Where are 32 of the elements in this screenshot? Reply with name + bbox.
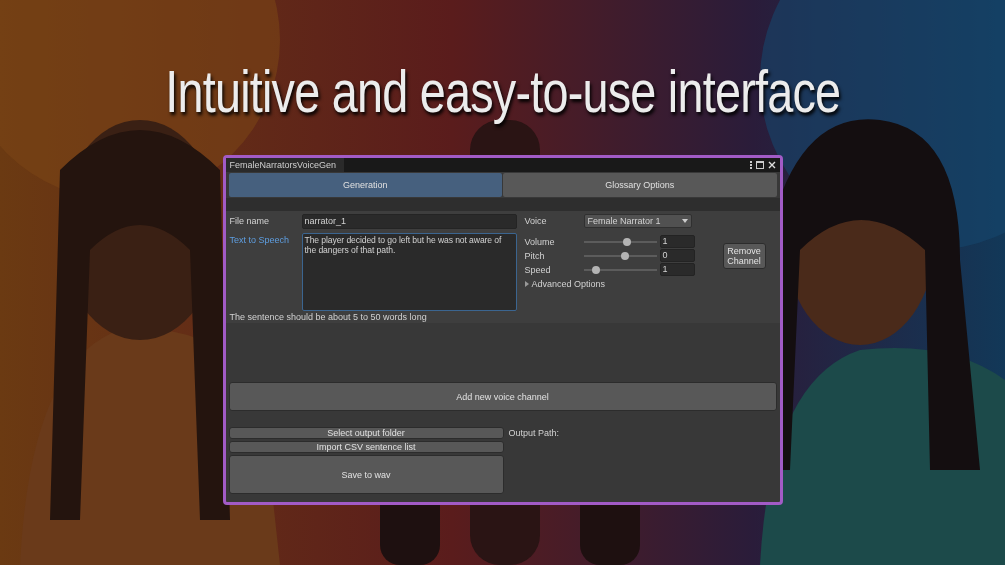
output-path-label: Output Path:: [508, 427, 560, 440]
hint-text: The sentence should be about 5 to 50 words long: [229, 312, 428, 322]
number-field[interactable]: 1: [659, 235, 695, 248]
number-field[interactable]: 0: [659, 249, 695, 262]
slider-thumb[interactable]: [623, 237, 632, 246]
number-field[interactable]: 1: [659, 263, 695, 276]
output-button[interactable]: Import CSV sentence list: [228, 441, 504, 453]
slider-label: Pitch: [524, 250, 546, 261]
voice-dropdown[interactable]: Female Narrator 1: [583, 214, 692, 228]
slider-thumb[interactable]: [621, 251, 630, 260]
file-name-field[interactable]: narrator_1: [301, 214, 517, 229]
foldout-label[interactable]: Advanced Options: [531, 279, 606, 289]
tab[interactable]: Glossary Options: [503, 173, 777, 197]
field-label: Text to Speech: [229, 234, 291, 247]
output-button[interactable]: Save to wav: [228, 455, 504, 494]
window-tab[interactable]: FemaleNarratorsVoiceGen: [225, 158, 345, 172]
maximize-icon[interactable]: [755, 161, 764, 169]
remove-channel-button[interactable]: Remove Channel: [722, 242, 766, 269]
tab[interactable]: Generation: [228, 173, 502, 197]
field-label: File name: [229, 215, 270, 228]
slider-label: Speed: [524, 264, 552, 275]
expand-arrow-icon[interactable]: [524, 281, 529, 287]
output-button[interactable]: Select output folder: [228, 427, 504, 439]
add-channel-button[interactable]: Add new voice channel: [228, 382, 777, 411]
close-icon[interactable]: [767, 161, 776, 169]
slider-label: Volume: [524, 236, 556, 247]
headline: Intuitive and easy-to-use interface: [164, 57, 841, 127]
field-label: Voice: [524, 216, 548, 226]
text-area[interactable]: The player decided to go left but he was not aware of the dangers of that path.: [301, 233, 517, 311]
slider-thumb[interactable]: [591, 265, 600, 274]
caret-icon: [681, 219, 688, 223]
more-icon[interactable]: [749, 161, 752, 169]
